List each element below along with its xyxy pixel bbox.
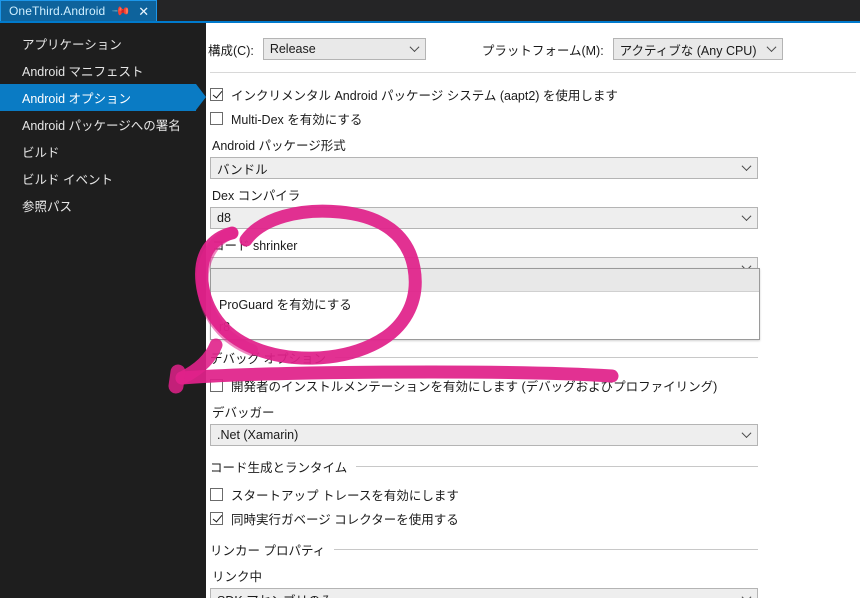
debugger-label: デバッガー [212,406,275,420]
linking-label: リンク中 [212,570,263,584]
selection-arrow-icon [196,84,206,110]
instrumentation-label: 開発者のインストルメンテーションを有効にします (デバッグおよびプロファイリング… [231,379,718,394]
configuration-value: Release [269,42,316,56]
chevron-down-icon [741,428,752,439]
concurrent-gc-label: 同時実行ガベージ コレクターを使用する [231,512,459,527]
sidebar-item-build-events[interactable]: ビルド イベント [0,165,206,192]
package-format-value: バンドル [217,162,268,177]
linking-field: SDK アセンブリのみ [210,588,758,598]
use-aapt2-checkbox[interactable] [210,87,223,101]
sidebar-item-label: アプリケーション [22,38,122,52]
sidebar-item-android-package-signing[interactable]: Android パッケージへの署名 [0,111,206,138]
configuration-label: 構成(C): [208,43,254,58]
configuration-select[interactable]: Release [262,38,426,60]
linking-value: SDK アセンブリのみ [217,590,333,598]
divider [210,72,856,73]
sidebar-item-application[interactable]: アプリケーション [0,30,206,57]
multidex-checkbox[interactable] [210,111,223,125]
instrumentation-checkbox[interactable] [210,378,223,392]
sidebar-item-android-manifest[interactable]: Android マニフェスト [0,57,206,84]
multidex-row[interactable]: Multi-Dex を有効にする [210,107,858,129]
tab-label: OneThird.Android [9,4,106,18]
sidebar-item-label: Android マニフェスト [22,65,144,79]
startup-trace-label: スタートアップ トレースを有効にします [231,488,459,503]
tab-onethird-android[interactable]: OneThird.Android 📌 ✕ [0,0,158,21]
codegen-title: コード生成とランタイム [210,461,348,475]
dropdown-option-r8[interactable]: r8 [211,315,759,338]
sidebar-item-build[interactable]: ビルド [0,138,206,165]
tab-strip: OneThird.Android 📌 ✕ [0,0,860,23]
platform-select[interactable]: アクティブな (Any CPU) [612,38,783,60]
close-icon[interactable]: ✕ [138,5,149,18]
sidebar-item-reference-paths[interactable]: 参照パス [0,192,206,219]
concurrent-gc-row[interactable]: 同時実行ガベージ コレクターを使用する [210,507,858,529]
chevron-down-icon [766,42,777,53]
divider [356,466,758,467]
startup-trace-checkbox[interactable] [210,487,223,501]
sidebar-item-label: Android オプション [22,92,132,106]
package-format-label: Android パッケージ形式 [212,139,346,153]
sidebar-item-android-options[interactable]: Android オプション [0,84,206,111]
dropdown-option-empty[interactable] [211,269,759,292]
codegen-header: コード生成とランタイム [210,457,758,476]
chevron-down-icon [741,161,752,172]
code-shrinker-dropdown-list[interactable]: ProGuard を有効にする r8 [210,268,760,340]
debugger-value: .Net (Xamarin) [217,428,299,442]
multidex-label: Multi-Dex を有効にする [231,112,363,127]
app-window: OneThird.Android 📌 ✕ アプリケーション Android マニ… [0,0,860,598]
linking-select[interactable]: SDK アセンブリのみ [210,588,758,598]
startup-trace-row[interactable]: スタートアップ トレースを有効にします [210,483,858,505]
dropdown-option-proguard[interactable]: ProGuard を有効にする [211,292,759,315]
use-aapt2-label: インクリメンタル Android パッケージ システム (aapt2) を使用し… [231,88,618,103]
sidebar-item-label: 参照パス [22,200,73,214]
dex-compiler-value: d8 [217,211,231,225]
sidebar-item-label: ビルド [22,146,60,160]
debugger-select[interactable]: .Net (Xamarin) [210,424,758,446]
linker-header: リンカー プロパティ [210,540,758,559]
package-format-select[interactable]: バンドル [210,157,758,179]
dex-compiler-field: d8 [210,207,758,229]
debug-options-title: デバッグ オプション [210,352,326,366]
configuration-row: 構成(C): Release プラットフォーム(M): アクティブな (Any … [208,34,860,64]
chevron-down-icon [741,211,752,222]
dex-compiler-select[interactable]: d8 [210,207,758,229]
pin-icon[interactable]: 📌 [112,1,132,21]
instrumentation-row[interactable]: 開発者のインストルメンテーションを有効にします (デバッグおよびプロファイリング… [210,374,858,396]
sidebar-item-label: Android パッケージへの署名 [22,119,181,133]
debug-options-header: デバッグ オプション [210,348,758,367]
code-shrinker-label: コード shrinker [212,239,298,253]
platform-value: アクティブな (Any CPU) [619,43,757,58]
concurrent-gc-checkbox[interactable] [210,511,223,525]
chevron-down-icon [741,592,752,598]
debugger-field: .Net (Xamarin) [210,424,758,446]
divider [334,549,758,550]
platform-label: プラットフォーム(M): [481,43,604,58]
package-format-field: バンドル [210,157,758,179]
options-body: インクリメンタル Android パッケージ システム (aapt2) を使用し… [210,83,858,598]
dex-compiler-label: Dex コンパイラ [212,189,301,203]
use-aapt2-row[interactable]: インクリメンタル Android パッケージ システム (aapt2) を使用し… [210,83,858,105]
sidebar-item-label: ビルド イベント [22,173,113,187]
sidebar-nav: アプリケーション Android マニフェスト Android オプション An… [0,23,206,598]
chevron-down-icon [409,42,420,53]
divider [334,357,758,358]
linker-title: リンカー プロパティ [210,544,326,558]
